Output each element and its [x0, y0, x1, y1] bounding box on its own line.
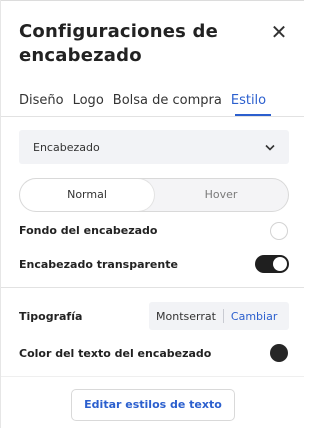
- toggle-knob: [273, 257, 287, 271]
- header-background-color-swatch[interactable]: [270, 222, 288, 240]
- typography-font-name: Montserrat: [156, 309, 216, 323]
- chevron-down-icon: [265, 141, 275, 154]
- state-option-hover[interactable]: Hover: [154, 179, 288, 211]
- tab-bar: Diseño Logo Bolsa de compra Estilo: [19, 92, 266, 114]
- typography-change-link[interactable]: Cambiar: [231, 310, 277, 323]
- tab-bolsa-de-compra[interactable]: Bolsa de compra: [113, 92, 222, 114]
- typography-label: Tipografía: [19, 310, 83, 323]
- header-background-label: Fondo del encabezado: [19, 224, 158, 237]
- tab-diseno[interactable]: Diseño: [19, 92, 64, 114]
- transparent-header-toggle[interactable]: [255, 255, 289, 273]
- text-color-swatch[interactable]: [270, 344, 288, 362]
- tab-estilo[interactable]: Estilo: [231, 92, 266, 114]
- footer-divider: [1, 376, 304, 377]
- panel-title: Configuraciones de encabezado: [19, 21, 219, 66]
- top-divider: [1, 0, 304, 1]
- transparent-header-label: Encabezado transparente: [19, 258, 178, 271]
- state-option-normal[interactable]: Normal: [20, 179, 154, 211]
- text-color-label: Color del texto del encabezado: [19, 347, 212, 360]
- header-settings-panel: Configuraciones de encabezado ✕ Diseño L…: [0, 0, 304, 428]
- section-divider: [1, 287, 304, 288]
- state-segmented-control: Normal Hover: [19, 178, 289, 212]
- typography-separator: [222, 309, 224, 323]
- close-icon[interactable]: ✕: [269, 22, 289, 42]
- typography-field: Montserrat Cambiar: [149, 302, 289, 330]
- tabs-divider: [1, 116, 304, 117]
- edit-text-styles-button[interactable]: Editar estilos de texto: [71, 389, 235, 421]
- section-select-value: Encabezado: [33, 140, 100, 154]
- tab-logo[interactable]: Logo: [73, 92, 104, 114]
- section-select[interactable]: Encabezado: [19, 130, 289, 164]
